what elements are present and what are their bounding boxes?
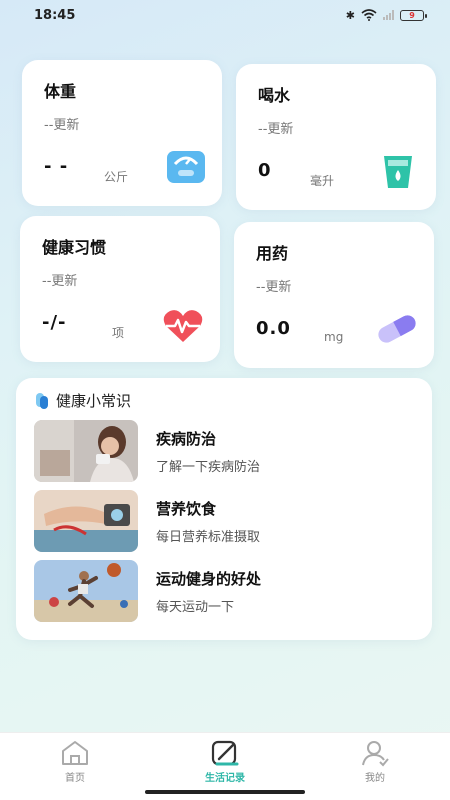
water-cup-icon [384, 156, 412, 188]
weight-title: 体重 [44, 82, 77, 101]
habits-title: 健康习惯 [42, 238, 107, 257]
tip-desc-exercise: 每天运动一下 [156, 600, 235, 615]
bluetooth-icon: ✱ [345, 8, 355, 22]
home-icon [62, 741, 88, 765]
disease-thumbnail [34, 420, 138, 482]
battery-level: 9 [409, 10, 415, 20]
medicine-value: 0.0 [256, 318, 291, 339]
pill-icon [378, 315, 416, 343]
water-card[interactable]: 喝水 --更新 0 毫升 [236, 64, 436, 210]
tips-header: 健康小常识 [36, 390, 131, 411]
nav-mine-label: 我的 [365, 773, 385, 784]
home-indicator [145, 790, 305, 794]
status-icons: ✱ 9 [345, 8, 427, 22]
tip-item-nutrition[interactable]: 营养饮食 每日营养标准摄取 [34, 490, 424, 552]
signal-icon [383, 10, 394, 20]
tip-name-nutrition: 营养饮食 [156, 500, 217, 518]
tip-name-disease: 疾病防治 [156, 430, 217, 448]
weight-value: - - [44, 156, 69, 177]
status-time: 18:45 [34, 7, 76, 23]
wifi-icon [361, 9, 377, 21]
nutrition-thumbnail [34, 490, 138, 552]
tips-title: 健康小常识 [56, 392, 132, 410]
tip-name-exercise: 运动健身的好处 [156, 570, 262, 588]
bottom-nav: 首页 生活记录 我的 [0, 732, 450, 800]
habits-value: -/- [42, 312, 67, 333]
weight-unit: 公斤 [104, 170, 129, 184]
tip-item-exercise[interactable]: 运动健身的好处 每天运动一下 [34, 560, 424, 622]
tip-desc-disease: 了解一下疾病防治 [156, 460, 261, 475]
exercise-thumbnail [34, 560, 138, 622]
nav-home[interactable]: 首页 [35, 739, 115, 784]
habits-card[interactable]: 健康习惯 --更新 -/- 项 [20, 216, 220, 362]
medicine-unit: mg [324, 330, 344, 344]
tips-section-icon [36, 392, 48, 409]
medicine-updated: --更新 [256, 280, 292, 295]
status-bar: 18:45 ✱ 9 [0, 0, 450, 30]
medicine-card[interactable]: 用药 --更新 0.0 mg [234, 222, 434, 368]
nav-records-label: 生活记录 [205, 773, 245, 784]
battery-icon: 9 [400, 9, 427, 21]
tip-desc-nutrition: 每日营养标准摄取 [156, 530, 261, 545]
habits-updated: --更新 [42, 274, 78, 289]
health-tips-card: 健康小常识 疾病防治 了解一下疾病防治 营养饮食 每日营养标准摄取 运动健身的好… [16, 378, 432, 640]
weight-card[interactable]: 体重 --更新 - - 公斤 [22, 60, 222, 206]
scale-icon [167, 151, 205, 183]
weight-updated: --更新 [44, 118, 80, 133]
tip-item-disease[interactable]: 疾病防治 了解一下疾病防治 [34, 420, 424, 482]
water-updated: --更新 [258, 122, 294, 137]
habits-unit: 项 [112, 326, 125, 340]
water-title: 喝水 [258, 86, 291, 105]
profile-icon [362, 741, 389, 767]
nav-records[interactable]: 生活记录 [185, 739, 265, 784]
water-unit: 毫升 [310, 174, 335, 188]
water-value: 0 [258, 160, 272, 181]
nav-home-label: 首页 [65, 773, 85, 784]
nav-mine[interactable]: 我的 [335, 739, 415, 784]
heart-icon [163, 310, 203, 342]
medicine-title: 用药 [256, 244, 289, 263]
records-icon [211, 740, 239, 766]
